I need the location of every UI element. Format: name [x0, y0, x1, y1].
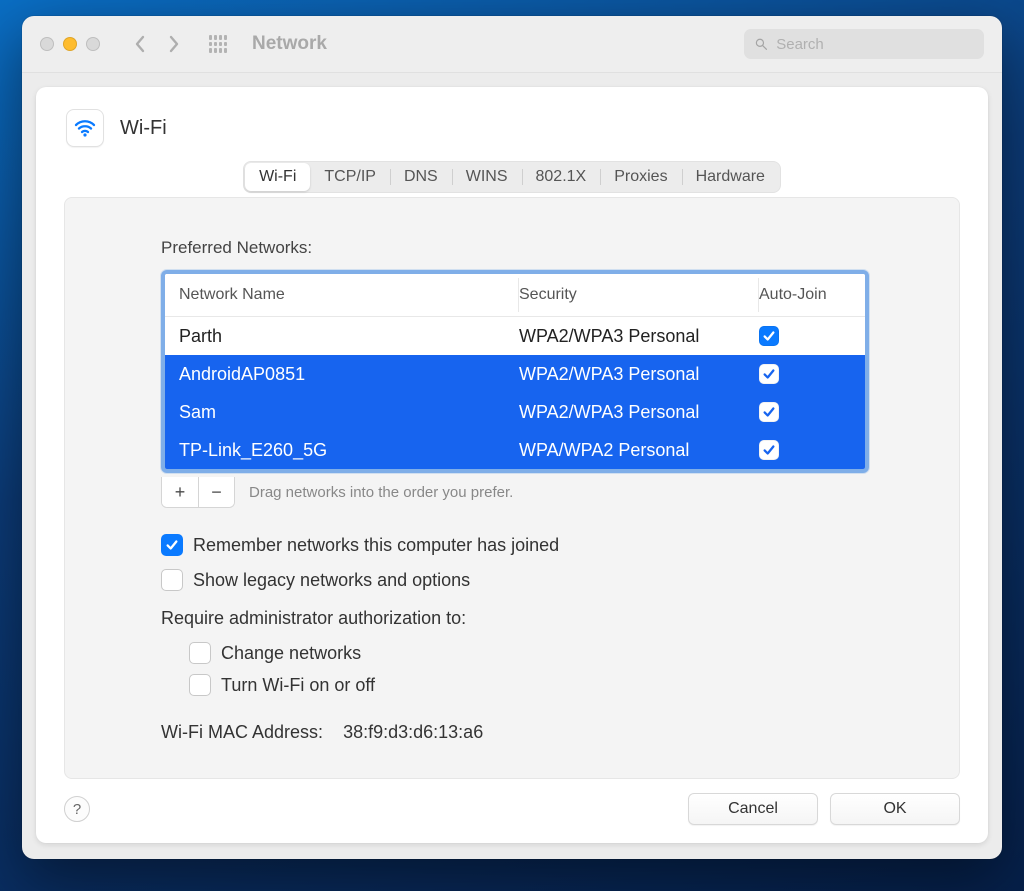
- wifi-advanced-sheet: Wi-Fi Wi-Fi TCP/IP DNS WINS 802.1X Proxi…: [36, 87, 988, 843]
- search-input[interactable]: [774, 35, 974, 54]
- require-admin-suboptions: Change networks Turn Wi-Fi on or off: [189, 642, 869, 696]
- sheet-footer: ? Cancel OK: [64, 793, 960, 825]
- window-title: Network: [252, 33, 327, 55]
- sheet-outer: Wi-Fi Wi-Fi TCP/IP DNS WINS 802.1X Proxi…: [22, 73, 1002, 859]
- network-name-cell: TP-Link_E260_5G: [179, 440, 519, 461]
- zoom-window-button[interactable]: [86, 37, 100, 51]
- tabs: Wi-Fi TCP/IP DNS WINS 802.1X Proxies Har…: [243, 161, 781, 193]
- autojoin-cell[interactable]: [759, 402, 851, 422]
- wifi-pane: Preferred Networks: Network Name Securit…: [64, 197, 960, 779]
- turn-wifi-label: Turn Wi-Fi on or off: [221, 675, 375, 696]
- network-security-cell: WPA2/WPA3 Personal: [519, 326, 759, 347]
- titlebar: Network: [22, 16, 1002, 73]
- autojoin-cell[interactable]: [759, 326, 851, 346]
- tab-tcpip[interactable]: TCP/IP: [310, 163, 390, 191]
- options-group: Remember networks this computer has join…: [161, 534, 869, 696]
- forward-button[interactable]: [162, 30, 186, 58]
- remember-networks-label: Remember networks this computer has join…: [193, 535, 559, 556]
- help-button[interactable]: ?: [64, 796, 90, 822]
- cancel-button[interactable]: Cancel: [688, 793, 818, 825]
- preferred-networks-label: Preferred Networks:: [161, 238, 869, 258]
- sheet-header: Wi-Fi: [64, 109, 960, 147]
- show-legacy-label: Show legacy networks and options: [193, 570, 470, 591]
- close-window-button[interactable]: [40, 37, 54, 51]
- tab-hardware[interactable]: Hardware: [682, 163, 779, 191]
- wifi-icon: [66, 109, 104, 147]
- preferred-networks-table[interactable]: Network Name Security Auto-Join Parth WP…: [161, 270, 869, 473]
- traffic-lights: [40, 37, 100, 51]
- table-row[interactable]: AndroidAP0851 WPA2/WPA3 Personal: [165, 355, 865, 393]
- table-controls: + − Drag networks into the order you pre…: [161, 477, 869, 508]
- tabs-wrap: Wi-Fi TCP/IP DNS WINS 802.1X Proxies Har…: [64, 161, 960, 193]
- change-networks-checkbox[interactable]: [189, 642, 211, 664]
- remember-networks-option[interactable]: Remember networks this computer has join…: [161, 534, 869, 556]
- network-name-cell: AndroidAP0851: [179, 364, 519, 385]
- table-rows: Parth WPA2/WPA3 Personal AndroidAP0851 W…: [165, 317, 865, 469]
- autojoin-checkbox[interactable]: [759, 440, 779, 460]
- search-field-wrap[interactable]: [744, 29, 984, 59]
- col-network-name[interactable]: Network Name: [179, 278, 519, 312]
- change-networks-label: Change networks: [221, 643, 361, 664]
- add-remove-controls: + −: [161, 477, 235, 508]
- turn-wifi-checkbox[interactable]: [189, 674, 211, 696]
- mac-address-value: 38:f9:d3:d6:13:a6: [343, 722, 483, 742]
- autojoin-checkbox[interactable]: [759, 364, 779, 384]
- autojoin-cell[interactable]: [759, 364, 851, 384]
- change-networks-option[interactable]: Change networks: [189, 642, 869, 664]
- remember-networks-checkbox[interactable]: [161, 534, 183, 556]
- search-icon: [754, 36, 768, 52]
- drag-hint: Drag networks into the order you prefer.: [249, 484, 513, 501]
- autojoin-cell[interactable]: [759, 440, 851, 460]
- back-button[interactable]: [128, 30, 152, 58]
- autojoin-checkbox[interactable]: [759, 402, 779, 422]
- col-security[interactable]: Security: [519, 278, 759, 312]
- minimize-window-button[interactable]: [63, 37, 77, 51]
- autojoin-checkbox[interactable]: [759, 326, 779, 346]
- table-row[interactable]: TP-Link_E260_5G WPA/WPA2 Personal: [165, 431, 865, 469]
- remove-network-button[interactable]: −: [198, 477, 234, 507]
- add-network-button[interactable]: +: [162, 477, 198, 507]
- show-all-icon[interactable]: [204, 30, 232, 58]
- mac-address-row: Wi-Fi MAC Address: 38:f9:d3:d6:13:a6: [161, 722, 869, 743]
- show-legacy-option[interactable]: Show legacy networks and options: [161, 569, 869, 591]
- turn-wifi-option[interactable]: Turn Wi-Fi on or off: [189, 674, 869, 696]
- tab-wifi[interactable]: Wi-Fi: [245, 163, 310, 191]
- sheet-title: Wi-Fi: [120, 117, 167, 140]
- col-autojoin[interactable]: Auto-Join: [759, 278, 851, 312]
- show-legacy-checkbox[interactable]: [161, 569, 183, 591]
- network-security-cell: WPA2/WPA3 Personal: [519, 364, 759, 385]
- tab-wins[interactable]: WINS: [452, 163, 522, 191]
- tab-dns[interactable]: DNS: [390, 163, 452, 191]
- ok-button[interactable]: OK: [830, 793, 960, 825]
- table-header: Network Name Security Auto-Join: [165, 274, 865, 317]
- mac-address-label: Wi-Fi MAC Address:: [161, 722, 323, 742]
- preferences-window: Network Wi-Fi Wi-Fi TCP/IP DNS WINS 802.…: [22, 16, 1002, 859]
- network-security-cell: WPA/WPA2 Personal: [519, 440, 759, 461]
- table-row[interactable]: Parth WPA2/WPA3 Personal: [165, 317, 865, 355]
- tab-proxies[interactable]: Proxies: [600, 163, 681, 191]
- tab-8021x[interactable]: 802.1X: [522, 163, 601, 191]
- network-name-cell: Sam: [179, 402, 519, 423]
- require-admin-label: Require administrator authorization to:: [161, 608, 869, 629]
- network-security-cell: WPA2/WPA3 Personal: [519, 402, 759, 423]
- network-name-cell: Parth: [179, 326, 519, 347]
- table-row[interactable]: Sam WPA2/WPA3 Personal: [165, 393, 865, 431]
